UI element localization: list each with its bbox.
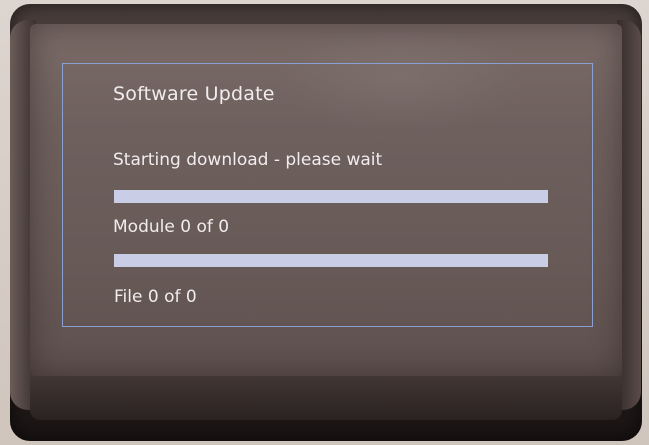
module-progress-bar	[114, 190, 548, 203]
dialog-title: Software Update	[113, 83, 275, 105]
module-progress-label: Module 0 of 0	[113, 217, 230, 237]
status-message: Starting download - please wait	[113, 150, 383, 170]
file-progress-bar	[114, 254, 548, 267]
file-progress-label: File 0 of 0	[114, 287, 197, 307]
device-photo: Software Update Starting download - plea…	[0, 0, 649, 445]
